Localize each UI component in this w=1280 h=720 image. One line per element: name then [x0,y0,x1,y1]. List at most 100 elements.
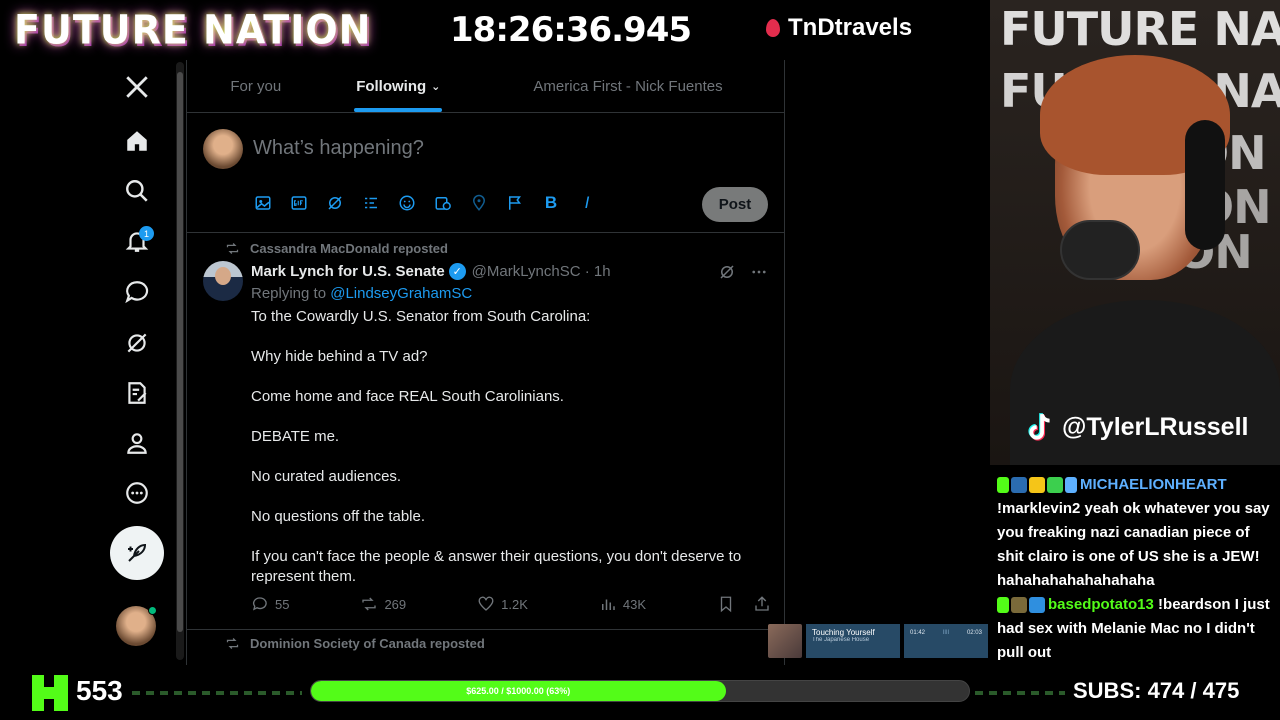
chat-username[interactable]: basedpotato13 [1048,596,1154,613]
tiktok-handle-text: @TylerLRussell [1062,412,1249,441]
bold-icon[interactable]: B [541,193,561,213]
sub-badge-icon [1011,477,1027,494]
repost-count: 269 [384,596,407,612]
profile-icon[interactable] [120,426,154,460]
repost-by[interactable]: Dominion Society of Canada reposted [250,636,485,651]
tab-list-america-first[interactable]: America First - Nick Fuentes [472,60,784,112]
account-avatar[interactable] [116,606,157,646]
tweet-actions: 55 269 1.2K 43K [251,595,771,613]
tweet[interactable]: Dominion Society of Canada reposted [187,630,784,665]
sub-counter: SUBS: 474 / 475 [1073,678,1239,704]
gif-icon[interactable] [289,193,309,213]
emoji-icon[interactable] [397,193,417,213]
tweet-paragraph: To the Cowardly U.S. Senator from South … [251,308,591,325]
album-art [768,624,802,658]
x-logo-icon[interactable] [120,70,154,104]
like-button[interactable]: 1.2K [477,595,528,613]
image-icon[interactable] [253,193,273,213]
tweet-top-actions [718,263,768,281]
decor-dashes [975,691,1065,695]
bookmark-icon[interactable] [717,595,735,613]
home-icon[interactable] [120,124,154,158]
author-name[interactable]: Mark Lynch for U.S. Senate [251,263,445,280]
bell-icon[interactable]: 1 [120,224,154,258]
x-app: 1 For you Following ⌄ America First - Ni… [0,60,990,665]
tweet-header: Mark Lynch for U.S. Senate ✓ @MarkLynchS… [251,263,611,280]
sponsor-logo: TnDtravels [766,14,912,42]
tweet-paragraph: If you can't face the people & answer th… [251,548,742,585]
heart-icon [478,596,494,611]
tweet-paragraph: Come home and face REAL South Carolinian… [251,388,564,405]
subs-label: SUBS: [1073,678,1142,703]
schedule-icon[interactable] [433,193,453,213]
goal-label: $625.00 / $1000.00 (63%) [466,686,571,696]
chat-message: basedpotato13 !beardson I just had sex w… [997,593,1274,665]
reply-count: 55 [275,596,290,612]
feather-icon [128,543,147,562]
italic-icon[interactable]: I [577,193,597,213]
tiktok-icon [1028,413,1050,441]
post-composer: What’s happening? B I Post [187,113,784,233]
compose-input[interactable]: What’s happening? [253,137,424,160]
replying-to: Replying to @LindseyGrahamSC [251,285,472,302]
poll-icon[interactable] [361,193,381,213]
webcam-feed: FUTURE NATION FUTURE NATION ON ON ION @T… [990,0,1280,465]
stream-clock: 18:26:36.945 [450,10,692,50]
track-progress: 01:42 ǀǀǀǀ 02:03 [904,624,988,658]
chat-text: !marklevin2 yeah ok whatever you say you… [997,500,1270,589]
tweet-paragraph: DEBATE me. [251,428,340,445]
waveform-icon: ǀǀǀǀ [942,630,950,636]
share-icon[interactable] [753,595,771,613]
draft-icon[interactable] [120,376,154,410]
reply-button[interactable]: 55 [251,595,289,613]
author-handle[interactable]: @MarkLynchSC · 1h [472,263,611,280]
tab-label: For you [230,77,282,95]
chat-badges [997,477,1077,494]
tab-for-you[interactable]: For you [187,60,325,112]
grok-icon[interactable] [325,193,345,213]
chevron-down-icon: ⌄ [431,80,441,93]
chat-username[interactable]: MICHAELIONHEART [1080,476,1227,493]
track-artist: The Japanese House [812,637,870,643]
flag-icon[interactable] [505,193,525,213]
repost-indicator: Cassandra MacDonald reposted [225,241,448,256]
gift-badge-icon [1047,477,1063,494]
more-options-icon[interactable] [750,263,768,281]
stream-bottombar: 553 $625.00 / $1000.00 (63%) SUBS: 474 /… [0,665,1280,720]
like-count: 1.2K [501,596,528,612]
replying-prefix: Replying to [251,285,331,302]
location-icon[interactable] [469,193,489,213]
cube-badge-icon [1029,597,1045,614]
sponsor-name: TnDtravels [788,14,913,41]
repost-by[interactable]: Cassandra MacDonald reposted [250,241,448,256]
chat-message: MICHAELIONHEART !marklevin2 yeah ok what… [997,473,1274,593]
donation-goal-bar: $625.00 / $1000.00 (63%) [310,680,970,702]
tweet-avatar[interactable] [203,261,243,301]
composer-avatar[interactable] [203,129,243,169]
cam-bg-text: FUTURE NATION [1000,2,1280,56]
grok-icon[interactable] [718,263,736,281]
more-icon[interactable] [120,476,154,510]
track-info: Touching Yourself The Japanese House [806,624,900,658]
decor-dashes [132,691,302,695]
tab-label: Following [356,77,427,95]
tweet-paragraph: No curated audiences. [251,468,402,485]
tweet[interactable]: Cassandra MacDonald reposted Mark Lynch … [187,233,784,630]
tab-following[interactable]: Following ⌄ [325,60,473,112]
repost-icon [226,243,239,254]
message-icon[interactable] [120,275,154,309]
track-total: 02:03 [966,630,982,636]
track-title: Touching Yourself [812,628,875,637]
repost-button[interactable]: 269 [360,595,406,613]
analytics-icon [601,599,615,610]
scrollbar-thumb[interactable] [177,72,183,632]
compose-post-button[interactable] [110,526,164,580]
search-icon[interactable] [120,174,154,208]
tiktok-handle: @TylerLRussell [1028,412,1248,442]
replying-to-link[interactable]: @LindseyGrahamSC [330,285,472,302]
left-scrollbar[interactable] [176,62,184,660]
views-button[interactable]: 43K [599,595,646,613]
tweet-paragraph: Why hide behind a TV ad? [251,348,428,365]
post-button[interactable]: Post [702,187,768,222]
grok-icon[interactable] [120,326,154,360]
